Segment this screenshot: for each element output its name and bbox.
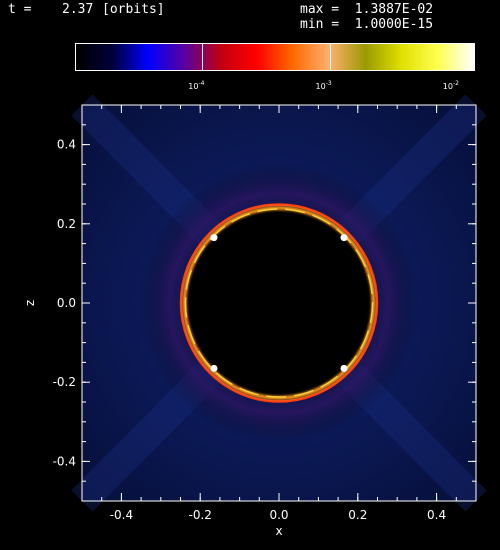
bright-spot: [210, 364, 218, 372]
x-tick-label: -0.2: [188, 508, 211, 522]
y-axis-label: z: [23, 300, 37, 306]
x-tick-label: 0.0: [269, 508, 288, 522]
x-tick-label: 0.2: [348, 508, 367, 522]
x-axis-label: x: [275, 524, 282, 538]
heatmap-plot: -0.4 -0.2 0.0 0.2 0.4 0.4 0.2 0.0 -0.2 -0.4 x z: [23, 94, 487, 538]
y-tick-label: -0.2: [53, 375, 76, 389]
y-tick-label: -0.4: [53, 454, 76, 468]
x-tick-label: 0.4: [427, 508, 446, 522]
y-tick-label: 0.4: [57, 138, 76, 152]
bright-spot: [210, 234, 218, 242]
y-tick-label: 0.0: [57, 296, 76, 310]
bright-spot: [340, 234, 348, 242]
bright-spot: [340, 364, 348, 372]
x-tick-label: -0.4: [110, 508, 133, 522]
y-tick-label: 0.2: [57, 217, 76, 231]
